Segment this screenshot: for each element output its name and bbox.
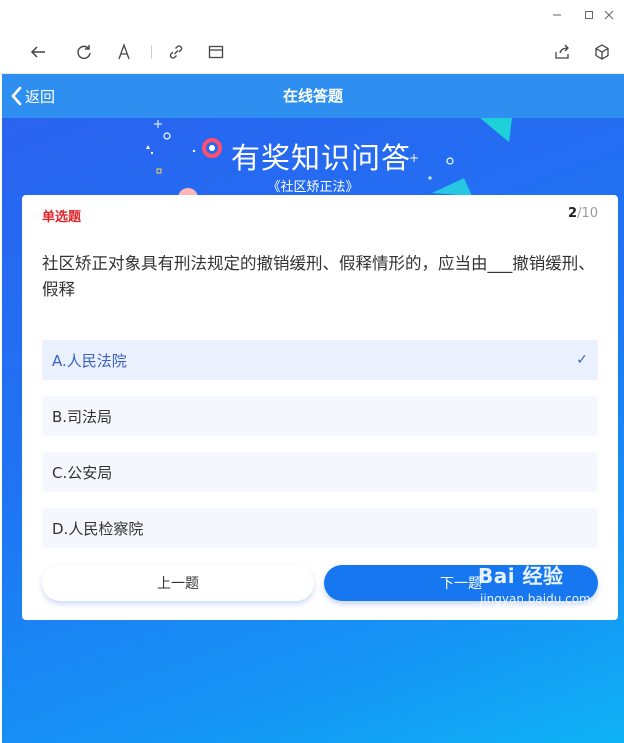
option-d[interactable]: D.人民检察院: [42, 508, 598, 548]
option-b[interactable]: B.司法局: [42, 396, 598, 436]
window-titlebar: [0, 0, 624, 30]
question-progress: 2/10: [568, 206, 598, 221]
total-questions: /10: [577, 206, 598, 221]
banner-subtitle: 《社区矫正法》: [267, 180, 359, 195]
refresh-icon[interactable]: [74, 42, 94, 62]
cube-icon[interactable]: [592, 42, 612, 62]
watermark-url: jingyan.baidu.com: [480, 592, 591, 606]
option-label: C.公安局: [52, 463, 113, 482]
close-icon[interactable]: [600, 6, 618, 24]
option-label: B.司法局: [52, 407, 113, 426]
question-card: 单选题 2/10 社区矫正对象具有刑法规定的撤销缓刑、假释情形的，应当由___撤…: [22, 195, 618, 620]
back-arrow-icon[interactable]: [28, 42, 48, 62]
page-title: 在线答题: [282, 87, 343, 105]
option-c[interactable]: C.公安局: [42, 452, 598, 492]
current-question-number: 2: [568, 206, 578, 221]
question-text: 社区矫正对象具有刑法规定的撤销缓刑、假释情形的，应当由___撤销缓刑、假释: [42, 254, 595, 299]
check-icon: ✓: [576, 352, 588, 368]
window-icon[interactable]: [206, 42, 226, 62]
maximize-icon[interactable]: [580, 6, 598, 24]
minimize-icon[interactable]: [548, 6, 566, 24]
previous-question-button[interactable]: 上一题: [42, 565, 314, 601]
option-a[interactable]: A.人民法院 ✓: [42, 340, 598, 380]
share-icon[interactable]: [552, 42, 572, 62]
question-type: 单选题: [42, 210, 82, 225]
browser-toolbar: [0, 30, 624, 74]
app-header: 返回 在线答题: [2, 74, 624, 118]
text-size-icon[interactable]: [114, 42, 134, 62]
watermark-logo-text: Bai 经验: [478, 564, 564, 588]
option-label: A.人民法院: [52, 351, 127, 370]
toolbar-separator: [151, 45, 152, 59]
answer-options: A.人民法院 ✓ B.司法局 C.公安局 D.人民检察院: [42, 340, 598, 564]
baidu-jingyan-watermark: Bai 经验 jingyan.baidu.com: [478, 560, 591, 606]
banner-title: 有奖知识问答: [230, 141, 411, 175]
option-label: D.人民检察院: [52, 519, 144, 538]
link-icon[interactable]: [166, 42, 186, 62]
